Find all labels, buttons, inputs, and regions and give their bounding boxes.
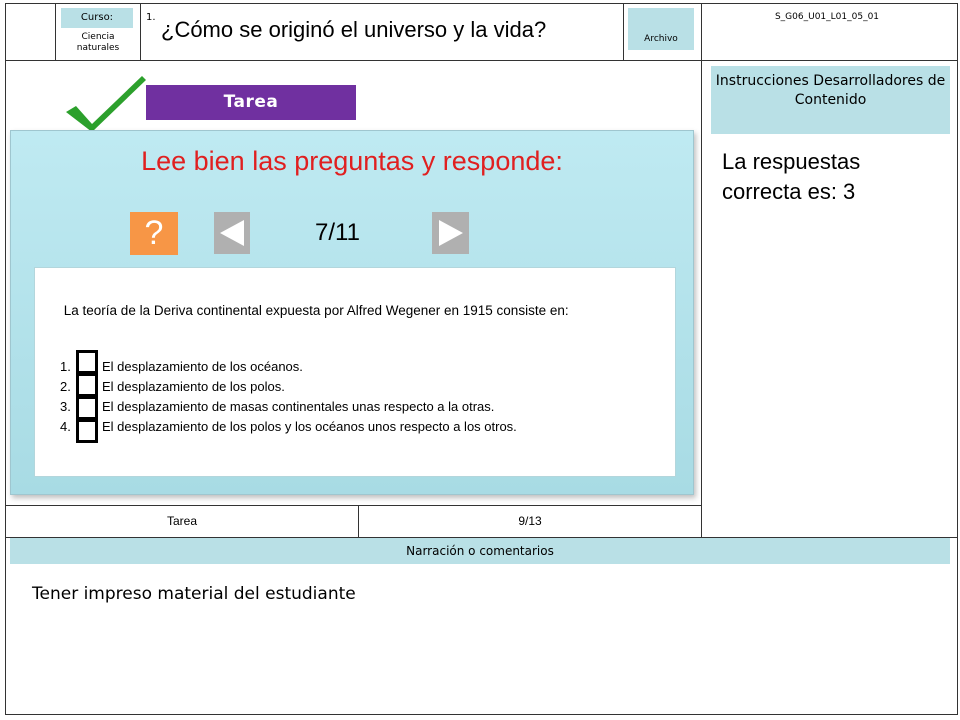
option-3-checkbox[interactable] — [76, 396, 98, 420]
option-text: El desplazamiento de masas continentales… — [102, 399, 495, 414]
arrow-left-icon — [220, 220, 244, 246]
option-4-checkbox[interactable] — [76, 419, 98, 443]
previous-button[interactable] — [214, 212, 250, 254]
option-1-checkbox[interactable] — [76, 350, 98, 374]
narration-header: Narración o comentarios — [10, 538, 950, 564]
document-code: S_G06_U01_L01_05_01 — [774, 12, 880, 22]
curso-value: Ciencia naturales — [76, 32, 120, 53]
page-title: ¿Cómo se originó el universo y la vida? — [161, 17, 547, 42]
option-4: 4. El desplazamiento de los polos y los o… — [60, 419, 517, 434]
question-counter: 7/11 — [315, 219, 360, 246]
option-text: El desplazamiento de los polos. — [102, 379, 285, 394]
curso-label: Curso: — [61, 8, 133, 28]
option-text: El desplazamiento de los polos y los océ… — [102, 419, 517, 434]
option-2-checkbox[interactable] — [76, 373, 98, 397]
narration-text: Tener impreso material del estudiante — [32, 584, 356, 604]
archivo-label: Archivo — [628, 8, 694, 50]
checkmark-icon — [66, 76, 146, 132]
activity-heading: Lee bien las preguntas y responde: — [141, 146, 563, 176]
next-button[interactable] — [432, 212, 469, 254]
correct-answer: La respuestas correcta es: 3 — [722, 149, 861, 204]
arrow-right-icon — [439, 220, 463, 246]
option-3: 3. El desplazamiento de masas continental… — [60, 399, 494, 414]
tarea-tab: Tarea — [146, 85, 356, 120]
slide-number: 1. — [146, 12, 156, 23]
slide-page: 9/13 — [518, 514, 542, 528]
option-text: El desplazamiento de los océanos. — [102, 359, 303, 374]
question-text: La teoría de la Deriva continental expue… — [63, 303, 569, 318]
help-button[interactable]: ? — [130, 212, 178, 255]
slide-type: Tarea — [166, 514, 198, 528]
instructions-label: Instrucciones Desarrolladores de Conteni… — [711, 66, 950, 134]
